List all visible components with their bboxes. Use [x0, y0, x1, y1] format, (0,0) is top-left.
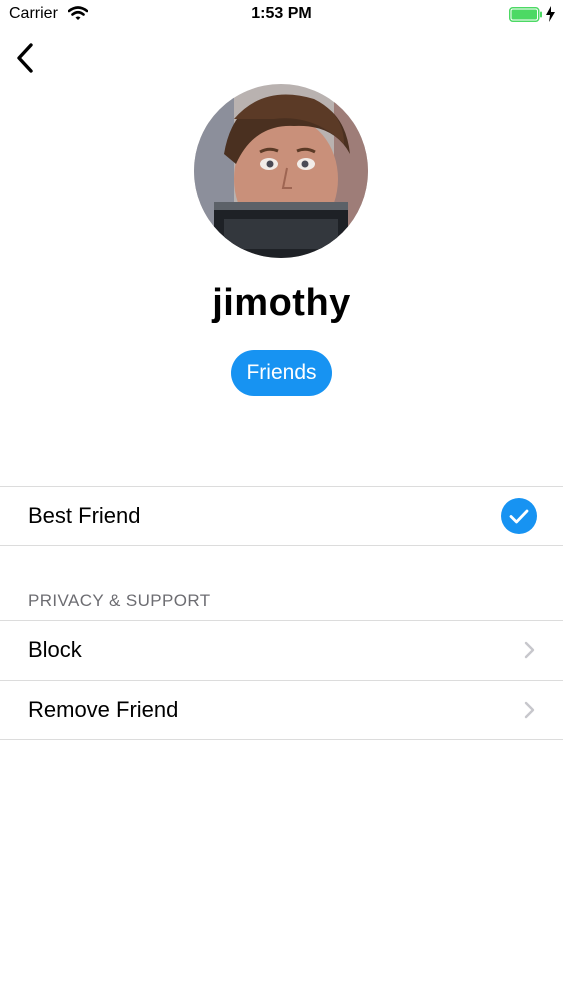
divider	[0, 545, 563, 546]
chevron-right-icon	[524, 701, 535, 719]
clock: 1:53 PM	[251, 5, 312, 22]
avatar	[194, 84, 368, 258]
chevron-right-icon	[524, 641, 535, 659]
back-button[interactable]	[14, 40, 40, 76]
remove-friend-label: Remove Friend	[28, 697, 179, 722]
block-label: Block	[28, 637, 82, 662]
battery-icon	[509, 7, 542, 22]
section-header-privacy: PRIVACY & SUPPORT	[28, 591, 211, 610]
remove-friend-row[interactable]: Remove Friend	[0, 681, 563, 739]
status-bar: Carrier 1:53 PM	[0, 0, 563, 30]
charging-bolt-icon	[546, 6, 555, 22]
best-friend-label: Best Friend	[28, 503, 141, 528]
best-friend-row[interactable]: Best Friend	[0, 487, 563, 545]
username: jimothy	[212, 282, 351, 324]
checkmark-circle-icon[interactable]	[501, 498, 537, 534]
divider	[0, 739, 563, 740]
friends-button[interactable]: Friends	[231, 350, 332, 396]
block-row[interactable]: Block	[0, 621, 563, 679]
